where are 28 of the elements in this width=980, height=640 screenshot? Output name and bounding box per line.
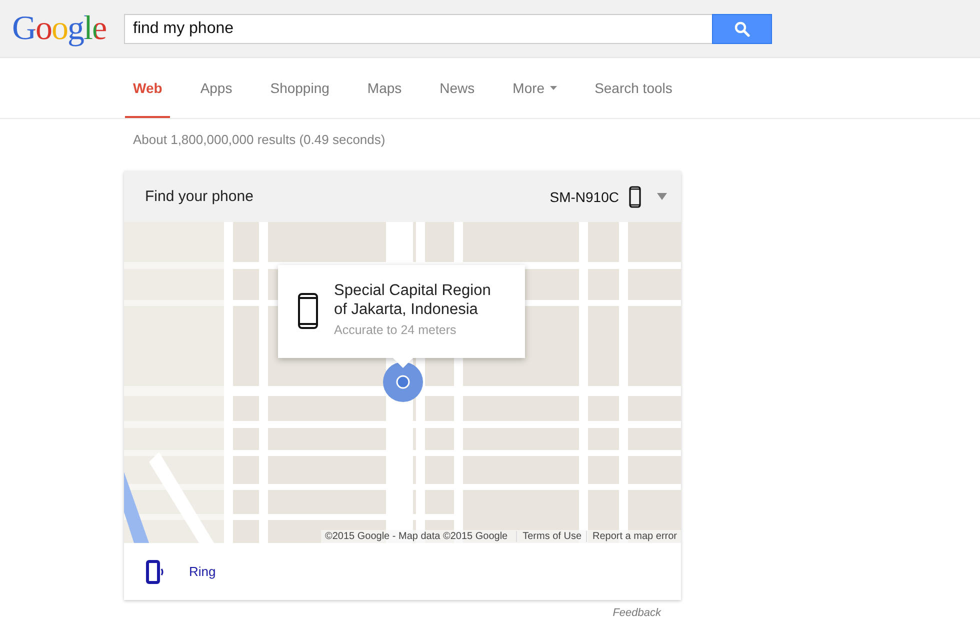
result-stats: About 1,800,000,000 results (0.49 seconds) (132, 131, 386, 149)
map-link[interactable]: Report a map error (586, 531, 681, 542)
feedback-link[interactable]: Feedback (612, 607, 661, 619)
ring-button[interactable]: Ring (146, 560, 216, 584)
map-link[interactable]: Terms of Use (516, 531, 586, 542)
nav-tab[interactable]: Maps (359, 58, 410, 118)
device-name: SM-N910C (550, 188, 619, 204)
nav-tab[interactable]: News (432, 58, 483, 118)
nav-tab[interactable]: Search tools (586, 58, 680, 118)
device-selector[interactable]: SM-N910C (550, 186, 667, 208)
phone-icon (298, 293, 318, 329)
nav-tab[interactable]: Web (125, 58, 170, 118)
search-button[interactable] (712, 14, 772, 44)
caret-icon (550, 86, 557, 90)
search-field[interactable]: find my phone (124, 14, 712, 44)
nav-tab[interactable]: Shopping (262, 58, 338, 118)
ringing-phone-icon (146, 560, 166, 584)
search-icon (734, 20, 750, 36)
phone-icon (629, 186, 641, 208)
dropdown-arrow-icon (657, 193, 667, 200)
nav-tab[interactable]: More (504, 58, 565, 118)
accuracy-text: Accurate to 24 meters (334, 323, 458, 337)
ring-label: Ring (189, 564, 216, 579)
location-name: Special Capital Region of Jakarta, Indonesia (334, 281, 492, 319)
card-title: Find your phone (145, 188, 254, 205)
location-marker-icon (383, 362, 423, 402)
nav-tab[interactable]: Apps (192, 58, 240, 118)
map-attribution: ©2015 Google - Map data ©2015 Google (324, 531, 509, 542)
